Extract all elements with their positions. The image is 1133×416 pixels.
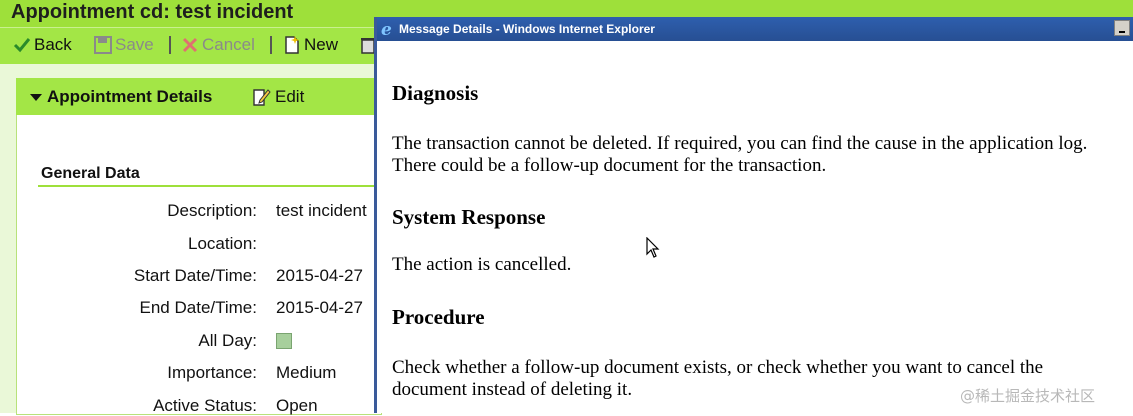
toolbar-separator (270, 36, 272, 54)
field-value-end-date[interactable]: 2015-04-27 (276, 298, 363, 318)
cancel-label: Cancel (202, 35, 255, 54)
heading-procedure: Procedure (392, 305, 485, 329)
mouse-cursor-icon (646, 237, 660, 258)
field-value-description[interactable]: test incident (276, 201, 367, 221)
new-button[interactable]: New (283, 33, 338, 57)
text-diagnosis: The transaction cannot be deleted. If re… (392, 133, 1088, 176)
cancel-x-icon (182, 37, 198, 53)
dialog-titlebar[interactable]: e Message Details - Windows Internet Exp… (377, 17, 1133, 41)
new-label: New (304, 35, 339, 54)
edit-button[interactable]: Edit (252, 87, 304, 107)
page-title: Appointment cd: test incident (11, 1, 294, 23)
ie-logo-icon: e (381, 20, 392, 37)
field-value-active-status[interactable]: Open (276, 396, 318, 416)
heading-system-response: System Response (392, 205, 546, 229)
save-label: Save (115, 35, 154, 54)
watermark: @稀土掘金技术社区 (960, 387, 1096, 405)
field-value-start-date[interactable]: 2015-04-27 (276, 266, 363, 286)
back-label: Back (34, 35, 72, 54)
back-button[interactable]: Back (13, 33, 72, 57)
minimize-icon[interactable] (1114, 20, 1130, 36)
field-label-active-status: Active Status: (153, 396, 257, 415)
section-title: General Data (41, 165, 140, 182)
field-label-all-day: All Day: (198, 331, 257, 350)
edit-label: Edit (275, 87, 305, 106)
field-label-end-date: End Date/Time: (139, 298, 257, 317)
toolbar-separator (169, 36, 171, 54)
panel-title: Appointment Details (47, 87, 213, 106)
save-icon (94, 36, 112, 54)
new-document-icon (285, 36, 299, 54)
dialog-title: Message Details - Windows Internet Explo… (399, 22, 655, 36)
all-day-checkbox[interactable] (276, 333, 292, 349)
field-label-importance: Importance: (167, 363, 257, 382)
svg-text:e: e (381, 20, 392, 37)
cancel-button[interactable]: Cancel (181, 33, 255, 57)
text-system-response: The action is cancelled. (392, 254, 572, 275)
checkmark-icon (13, 38, 31, 53)
field-label-start-date: Start Date/Time: (133, 266, 257, 285)
edit-icon (253, 89, 271, 106)
field-label-description: Description: (167, 201, 257, 220)
panel-collapse-toggle[interactable]: Appointment Details (30, 87, 212, 107)
field-value-importance[interactable]: Medium (276, 363, 336, 383)
message-details-dialog: e Message Details - Windows Internet Exp… (374, 17, 1133, 413)
save-button[interactable]: Save (94, 33, 154, 57)
heading-diagnosis: Diagnosis (392, 81, 479, 105)
chevron-down-icon (30, 93, 42, 101)
field-label-location: Location: (188, 234, 257, 253)
section-divider (38, 185, 380, 187)
